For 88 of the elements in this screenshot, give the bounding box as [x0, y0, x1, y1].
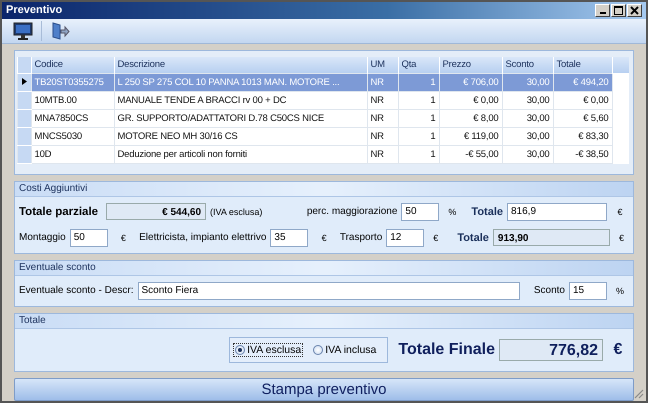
unit-label: € [432, 232, 440, 243]
label: Totale [457, 232, 489, 244]
table-cell: 1 [398, 145, 439, 164]
table-cell: NR [367, 73, 398, 92]
label: Montaggio [19, 232, 66, 244]
exit-door-icon[interactable] [50, 22, 70, 40]
unit-label: € [616, 206, 624, 217]
maximize-button[interactable] [611, 4, 626, 17]
montaggio-field[interactable]: 50 [70, 228, 108, 247]
column-header[interactable]: Sconto [502, 56, 553, 74]
radio-button[interactable]: IVA inclusa [312, 344, 378, 356]
column-header[interactable]: UM [367, 56, 398, 74]
monitor-icon[interactable] [13, 22, 33, 40]
table-cell: 30,00 [502, 91, 553, 110]
subtotal-field: € 544,60 [106, 203, 206, 220]
discount-description-field[interactable]: Sconto Fiera [138, 282, 520, 300]
window-title: Preventivo [6, 4, 64, 16]
table-cell: 30,00 [502, 73, 553, 92]
table-cell: -€ 38,50 [553, 145, 612, 164]
unit-label: % [447, 206, 458, 217]
table-cell: € 494,20 [553, 73, 612, 92]
current-row-icon [22, 78, 27, 85]
column-header[interactable]: Prezzo [439, 56, 502, 74]
table-cell: 30,00 [502, 145, 553, 164]
table-cell: 30,00 [502, 109, 553, 128]
section-header: Eventuale sconto [15, 260, 633, 276]
grand-total-field: 913,90 [492, 229, 610, 246]
trasporto-field[interactable]: 12 [386, 228, 424, 247]
table-cell: NR [367, 145, 398, 164]
total-field[interactable]: 816,9 [507, 202, 607, 221]
unit-label: € [612, 340, 624, 359]
table-cell: 10MTB.00 [31, 91, 114, 110]
label: Trasporto [340, 232, 382, 244]
label: perc. maggiorazione [306, 206, 398, 218]
table-cell: GR. SUPPORTO/ADATTATORI D.78 C50CS NICE [114, 109, 367, 128]
table-cell: MNA7850CS [31, 109, 114, 128]
section-header: Costi Aggiuntivi [15, 182, 633, 197]
discount-field[interactable]: 15 [569, 282, 607, 300]
table-cell: -€ 55,00 [439, 145, 502, 164]
table-cell: 30,00 [502, 127, 553, 146]
section-header: Totale [15, 314, 633, 329]
print-button[interactable]: Stampa preventivo [14, 378, 634, 401]
elettricista-field[interactable]: 35 [270, 228, 308, 247]
final-total-field: 776,82 [499, 338, 603, 361]
label: (IVA esclusa) [210, 206, 262, 217]
table-cell: MANUALE TENDE A BRACCI rv 00 + DC [114, 91, 367, 110]
column-header[interactable]: Descrizione [114, 56, 367, 74]
table-cell: Deduzione per articoli non forniti [114, 145, 367, 164]
label: Sconto [534, 285, 565, 296]
table-cell: 1 [398, 127, 439, 146]
table-cell: 10D [31, 145, 114, 164]
table-cell: MNCS5030 [31, 127, 114, 146]
table-cell: NR [367, 127, 398, 146]
maximize-icon [614, 6, 623, 15]
resize-grip-icon[interactable] [632, 387, 644, 399]
table-cell: L 250 SP 275 COL 10 PANNA 1013 MAN. MOTORE ... [114, 73, 367, 92]
table-cell: € 0,00 [553, 91, 612, 110]
column-header[interactable]: Totale [553, 56, 612, 74]
close-icon [630, 6, 639, 15]
label: Elettricista, impianto elettrivo [139, 232, 266, 244]
table-cell: € 0,00 [439, 91, 502, 110]
table-cell: MOTORE NEO MH 30/16 CS [114, 127, 367, 146]
label: Eventuale sconto - Descr: [19, 285, 134, 296]
unit-label: % [614, 286, 625, 296]
table-cell: € 8,00 [439, 109, 502, 128]
radio-button[interactable]: IVA esclusa [234, 344, 302, 356]
unit-label: € [320, 232, 328, 243]
close-button[interactable] [627, 4, 642, 17]
final-total-label: Totale Finale [398, 340, 495, 359]
table-cell: € 706,00 [439, 73, 502, 92]
table-cell: 1 [398, 91, 439, 110]
table-cell: TB20ST0355275 [31, 73, 114, 92]
table-cell: € 5,60 [553, 109, 612, 128]
table-cell: NR [367, 91, 398, 110]
label: Totale [471, 206, 503, 218]
table-cell: NR [367, 109, 398, 128]
column-header[interactable]: Qta [398, 56, 439, 74]
unit-label: € [120, 232, 127, 243]
table-cell: € 83,30 [553, 127, 612, 146]
table-cell: € 119,00 [439, 127, 502, 146]
markup-field[interactable]: 50 [401, 202, 440, 221]
unit-label: € [618, 232, 625, 243]
minimize-icon [600, 12, 606, 14]
column-header[interactable]: Codice [31, 56, 114, 74]
table-cell: 1 [398, 73, 439, 92]
label: Totale parziale [19, 206, 98, 218]
minimize-button[interactable] [595, 4, 610, 17]
table-cell: 1 [398, 109, 439, 128]
